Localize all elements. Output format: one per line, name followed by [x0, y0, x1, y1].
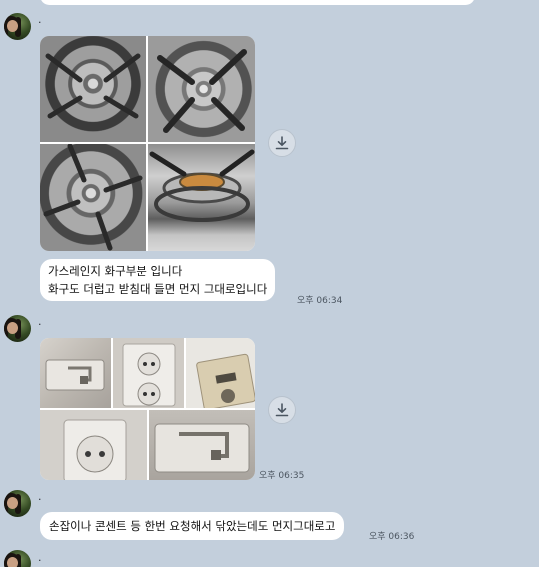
download-button[interactable] — [268, 396, 296, 424]
sender-name: . — [38, 315, 42, 328]
avatar[interactable] — [4, 490, 31, 517]
download-icon — [275, 403, 289, 417]
download-button[interactable] — [268, 129, 296, 157]
stove-burner-ring-photo[interactable] — [40, 144, 146, 251]
message-time: 오후 06:34 — [297, 296, 343, 306]
image-grid-stove[interactable] — [40, 36, 255, 251]
message-time: 오후 06:35 — [259, 471, 305, 481]
thermostat-panel-photo[interactable] — [186, 338, 255, 408]
sender-name: . — [38, 551, 42, 564]
message-time: 오후 06:36 — [369, 532, 415, 542]
wall-outlet-photo[interactable] — [113, 338, 184, 408]
avatar[interactable] — [4, 550, 31, 567]
message-line: 손잡이나 콘센트 등 한번 요청해서 닦았는데도 먼지그대로고 — [49, 519, 336, 533]
image-grid-outlets[interactable] — [40, 338, 255, 480]
sender-name: . — [38, 490, 42, 503]
avatar[interactable] — [4, 315, 31, 342]
message-line: 가스레인지 화구부분 입니다 — [48, 264, 183, 278]
stove-grate-closeup-photo[interactable] — [148, 36, 255, 142]
wall-outlet-closeup-photo[interactable] — [40, 410, 147, 480]
download-icon — [275, 136, 289, 150]
sender-name: . — [38, 13, 42, 26]
stove-burner-side-photo[interactable] — [148, 144, 255, 251]
door-handle-photo[interactable] — [40, 338, 111, 408]
previous-message-bubble — [40, 0, 475, 5]
stove-burner-cap-photo[interactable] — [40, 36, 146, 142]
door-handle-closeup-photo[interactable] — [149, 410, 255, 480]
message-bubble[interactable]: 가스레인지 화구부분 입니다 화구도 더럽고 받침대 들면 먼지 그대로입니다 — [40, 259, 276, 301]
message-bubble[interactable]: 손잡이나 콘센트 등 한번 요청해서 닦았는데도 먼지그대로고 — [40, 512, 345, 540]
avatar[interactable] — [4, 13, 31, 40]
chat-window: . 가스레인지 화구부분 입니다 화구도 더럽고 받침대 들면 먼지 그대로입니… — [0, 0, 539, 567]
message-line: 화구도 더럽고 받침대 들면 먼지 그대로입니다 — [48, 282, 268, 296]
